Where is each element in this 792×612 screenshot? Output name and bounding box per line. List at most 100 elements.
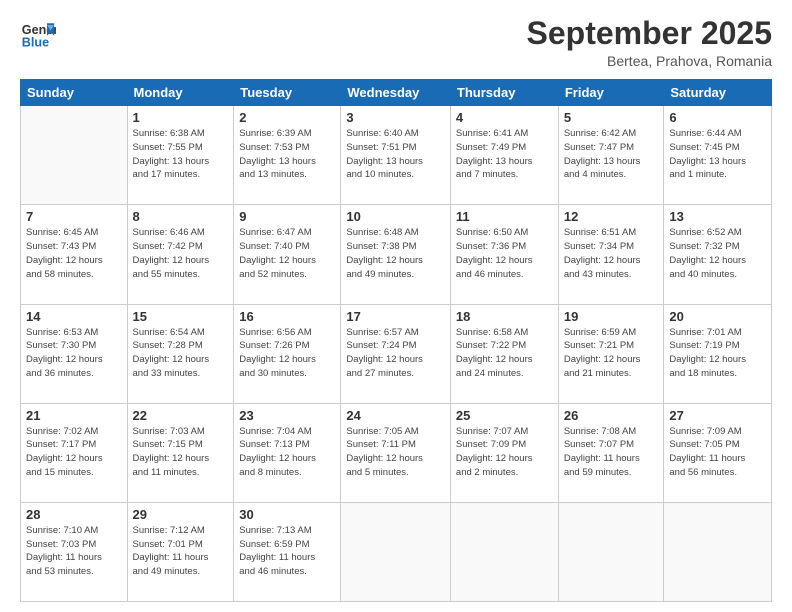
header-row: Sunday Monday Tuesday Wednesday Thursday… — [21, 80, 772, 106]
day-info: Sunrise: 6:50 AM Sunset: 7:36 PM Dayligh… — [456, 226, 553, 281]
week-row-2: 14Sunrise: 6:53 AM Sunset: 7:30 PM Dayli… — [21, 304, 772, 403]
col-monday: Monday — [127, 80, 234, 106]
day-cell — [450, 502, 558, 601]
day-cell: 1 Sunrise: 6:38 AM Sunset: 7:55 PM Daylig… — [127, 106, 234, 205]
day-cell — [341, 502, 451, 601]
day-info: Sunrise: 7:10 AM Sunset: 7:03 PM Dayligh… — [26, 524, 122, 579]
logo-icon: General Blue — [20, 16, 56, 52]
day-info: Sunrise: 6:57 AM Sunset: 7:24 PM Dayligh… — [346, 326, 445, 381]
day-cell: 26Sunrise: 7:08 AM Sunset: 7:07 PM Dayli… — [558, 403, 664, 502]
day-cell — [558, 502, 664, 601]
col-tuesday: Tuesday — [234, 80, 341, 106]
day-number: 2 — [239, 110, 335, 125]
day-info: Sunrise: 7:03 AM Sunset: 7:15 PM Dayligh… — [133, 425, 229, 480]
day-cell: 7 Sunrise: 6:45 AM Sunset: 7:43 PM Daylig… — [21, 205, 128, 304]
day-number: 10 — [346, 209, 445, 224]
day-number: 25 — [456, 408, 553, 423]
day-info: Sunrise: 6:42 AM Sunset: 7:47 PM Dayligh… — [564, 127, 659, 182]
day-cell: 18 Sunrise: 6:58 AM Sunset: 7:22 PM Dayli… — [450, 304, 558, 403]
day-cell: 8Sunrise: 6:46 AM Sunset: 7:42 PM Daylig… — [127, 205, 234, 304]
day-number: 15 — [133, 309, 229, 324]
day-info: Sunrise: 6:48 AM Sunset: 7:38 PM Dayligh… — [346, 226, 445, 281]
day-info: Sunrise: 7:09 AM Sunset: 7:05 PM Dayligh… — [669, 425, 766, 480]
day-cell: 11 Sunrise: 6:50 AM Sunset: 7:36 PM Dayli… — [450, 205, 558, 304]
day-cell: 6 Sunrise: 6:44 AM Sunset: 7:45 PM Daylig… — [664, 106, 772, 205]
day-number: 12 — [564, 209, 659, 224]
logo: General Blue — [20, 16, 56, 52]
col-wednesday: Wednesday — [341, 80, 451, 106]
week-row-0: 1 Sunrise: 6:38 AM Sunset: 7:55 PM Daylig… — [21, 106, 772, 205]
day-info: Sunrise: 6:46 AM Sunset: 7:42 PM Dayligh… — [133, 226, 229, 281]
day-cell: 25 Sunrise: 7:07 AM Sunset: 7:09 PM Dayli… — [450, 403, 558, 502]
day-cell: 30 Sunrise: 7:13 AM Sunset: 6:59 PM Dayli… — [234, 502, 341, 601]
day-cell: 5 Sunrise: 6:42 AM Sunset: 7:47 PM Daylig… — [558, 106, 664, 205]
week-row-1: 7 Sunrise: 6:45 AM Sunset: 7:43 PM Daylig… — [21, 205, 772, 304]
day-info: Sunrise: 6:38 AM Sunset: 7:55 PM Dayligh… — [133, 127, 229, 182]
day-number: 16 — [239, 309, 335, 324]
week-row-3: 21Sunrise: 7:02 AM Sunset: 7:17 PM Dayli… — [21, 403, 772, 502]
day-cell: 17Sunrise: 6:57 AM Sunset: 7:24 PM Dayli… — [341, 304, 451, 403]
day-info: Sunrise: 7:04 AM Sunset: 7:13 PM Dayligh… — [239, 425, 335, 480]
day-number: 6 — [669, 110, 766, 125]
svg-text:Blue: Blue — [22, 36, 49, 50]
day-cell — [664, 502, 772, 601]
day-number: 22 — [133, 408, 229, 423]
col-friday: Friday — [558, 80, 664, 106]
day-cell: 16Sunrise: 6:56 AM Sunset: 7:26 PM Dayli… — [234, 304, 341, 403]
day-info: Sunrise: 6:58 AM Sunset: 7:22 PM Dayligh… — [456, 326, 553, 381]
day-cell: 2 Sunrise: 6:39 AM Sunset: 7:53 PM Daylig… — [234, 106, 341, 205]
day-number: 29 — [133, 507, 229, 522]
day-cell: 14Sunrise: 6:53 AM Sunset: 7:30 PM Dayli… — [21, 304, 128, 403]
day-cell: 27 Sunrise: 7:09 AM Sunset: 7:05 PM Dayli… — [664, 403, 772, 502]
day-number: 5 — [564, 110, 659, 125]
day-cell: 12Sunrise: 6:51 AM Sunset: 7:34 PM Dayli… — [558, 205, 664, 304]
week-row-4: 28Sunrise: 7:10 AM Sunset: 7:03 PM Dayli… — [21, 502, 772, 601]
day-number: 18 — [456, 309, 553, 324]
day-info: Sunrise: 7:07 AM Sunset: 7:09 PM Dayligh… — [456, 425, 553, 480]
day-info: Sunrise: 6:45 AM Sunset: 7:43 PM Dayligh… — [26, 226, 122, 281]
day-cell: 29Sunrise: 7:12 AM Sunset: 7:01 PM Dayli… — [127, 502, 234, 601]
location: Bertea, Prahova, Romania — [527, 53, 772, 69]
day-number: 11 — [456, 209, 553, 224]
col-sunday: Sunday — [21, 80, 128, 106]
day-cell: 13Sunrise: 6:52 AM Sunset: 7:32 PM Dayli… — [664, 205, 772, 304]
day-cell: 3 Sunrise: 6:40 AM Sunset: 7:51 PM Daylig… — [341, 106, 451, 205]
day-info: Sunrise: 6:41 AM Sunset: 7:49 PM Dayligh… — [456, 127, 553, 182]
day-number: 9 — [239, 209, 335, 224]
day-info: Sunrise: 6:54 AM Sunset: 7:28 PM Dayligh… — [133, 326, 229, 381]
day-number: 19 — [564, 309, 659, 324]
day-number: 26 — [564, 408, 659, 423]
day-number: 13 — [669, 209, 766, 224]
day-number: 20 — [669, 309, 766, 324]
day-cell: 22 Sunrise: 7:03 AM Sunset: 7:15 PM Dayli… — [127, 403, 234, 502]
col-thursday: Thursday — [450, 80, 558, 106]
day-number: 27 — [669, 408, 766, 423]
day-cell: 24Sunrise: 7:05 AM Sunset: 7:11 PM Dayli… — [341, 403, 451, 502]
page: General Blue September 2025 Bertea, Prah… — [0, 0, 792, 612]
day-info: Sunrise: 6:44 AM Sunset: 7:45 PM Dayligh… — [669, 127, 766, 182]
day-info: Sunrise: 6:59 AM Sunset: 7:21 PM Dayligh… — [564, 326, 659, 381]
month-title: September 2025 — [527, 16, 772, 51]
day-info: Sunrise: 6:47 AM Sunset: 7:40 PM Dayligh… — [239, 226, 335, 281]
day-number: 7 — [26, 209, 122, 224]
day-info: Sunrise: 6:40 AM Sunset: 7:51 PM Dayligh… — [346, 127, 445, 182]
day-cell: 4 Sunrise: 6:41 AM Sunset: 7:49 PM Daylig… — [450, 106, 558, 205]
day-number: 21 — [26, 408, 122, 423]
day-number: 1 — [133, 110, 229, 125]
day-info: Sunrise: 6:39 AM Sunset: 7:53 PM Dayligh… — [239, 127, 335, 182]
day-number: 30 — [239, 507, 335, 522]
day-info: Sunrise: 7:13 AM Sunset: 6:59 PM Dayligh… — [239, 524, 335, 579]
title-block: September 2025 Bertea, Prahova, Romania — [527, 16, 772, 69]
day-number: 3 — [346, 110, 445, 125]
day-number: 24 — [346, 408, 445, 423]
day-cell: 19 Sunrise: 6:59 AM Sunset: 7:21 PM Dayli… — [558, 304, 664, 403]
day-number: 23 — [239, 408, 335, 423]
day-cell: 23 Sunrise: 7:04 AM Sunset: 7:13 PM Dayli… — [234, 403, 341, 502]
day-number: 4 — [456, 110, 553, 125]
col-saturday: Saturday — [664, 80, 772, 106]
day-cell: 10 Sunrise: 6:48 AM Sunset: 7:38 PM Dayli… — [341, 205, 451, 304]
day-cell: 15 Sunrise: 6:54 AM Sunset: 7:28 PM Dayli… — [127, 304, 234, 403]
calendar: Sunday Monday Tuesday Wednesday Thursday… — [20, 79, 772, 602]
day-cell: 28Sunrise: 7:10 AM Sunset: 7:03 PM Dayli… — [21, 502, 128, 601]
day-cell: 21Sunrise: 7:02 AM Sunset: 7:17 PM Dayli… — [21, 403, 128, 502]
